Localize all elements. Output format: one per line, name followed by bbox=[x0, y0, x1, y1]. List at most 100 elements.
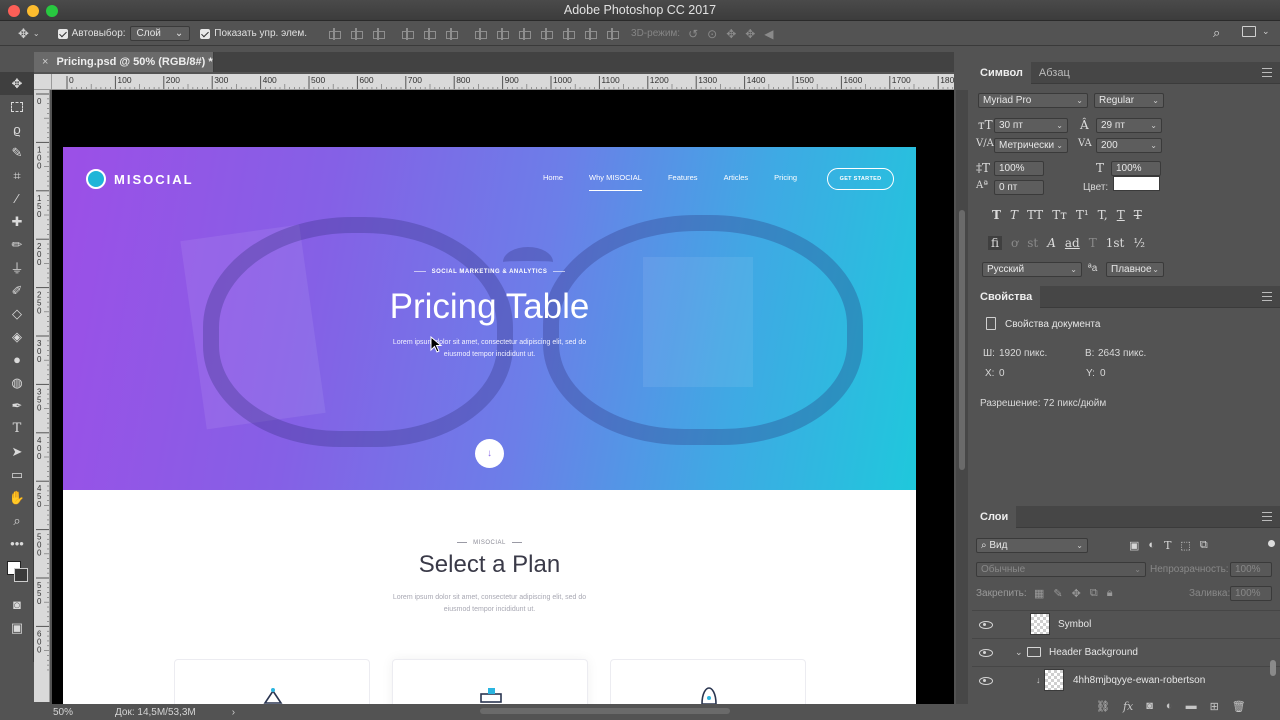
stylistic-alternates-icon[interactable]: ad bbox=[1065, 236, 1080, 250]
autoselect-dropdown[interactable]: Слой ⌄ bbox=[129, 26, 191, 41]
more-tools-icon[interactable]: ••• bbox=[0, 532, 34, 555]
align-top-icon[interactable] bbox=[328, 27, 342, 40]
brush-tool-icon[interactable]: ✏ bbox=[0, 233, 34, 256]
align-right-icon[interactable] bbox=[445, 27, 459, 40]
align-hcenter-icon[interactable] bbox=[423, 27, 437, 40]
close-window-button[interactable] bbox=[8, 5, 20, 17]
x-value[interactable]: 0 bbox=[999, 368, 1005, 379]
type-tool-icon[interactable]: T bbox=[0, 417, 34, 440]
y-value[interactable]: 0 bbox=[1100, 368, 1106, 379]
strikethrough-icon[interactable]: T bbox=[1134, 208, 1142, 222]
tab-character[interactable]: Символ bbox=[972, 61, 1031, 84]
lock-image-icon[interactable]: ✎ bbox=[1053, 587, 1062, 600]
healing-brush-tool-icon[interactable]: ✚ bbox=[0, 210, 34, 233]
distribute-right-icon[interactable] bbox=[584, 27, 598, 40]
canvas[interactable]: MISOCIAL Home Why MISOCIAL Features Arti… bbox=[52, 90, 954, 704]
small-caps-icon[interactable]: Tт bbox=[1052, 208, 1067, 222]
brand-logo[interactable]: MISOCIAL bbox=[86, 169, 194, 189]
autoselect-checkbox[interactable] bbox=[57, 28, 68, 39]
pen-tool-icon[interactable]: ✒ bbox=[0, 394, 34, 417]
search-icon[interactable]: ⌕ bbox=[1213, 25, 1220, 41]
workspace-icon[interactable] bbox=[1242, 26, 1256, 37]
nav-features[interactable]: Features bbox=[668, 173, 698, 191]
distribute-left-icon[interactable] bbox=[540, 27, 554, 40]
tab-layers[interactable]: Слои bbox=[972, 505, 1017, 528]
all-caps-icon[interactable]: TT bbox=[1027, 208, 1043, 222]
swash-icon[interactable]: A bbox=[1047, 236, 1056, 250]
properties-panel-menu-icon[interactable] bbox=[1262, 292, 1272, 301]
nav-home[interactable]: Home bbox=[543, 173, 563, 191]
width-value[interactable]: 1920 пикс. bbox=[999, 348, 1047, 359]
zoom-level[interactable]: 50% bbox=[53, 707, 73, 718]
layer-filter-select[interactable]: ⌕ Вид ⌄ bbox=[976, 538, 1088, 553]
distribute-vcenter-icon[interactable] bbox=[496, 27, 510, 40]
eraser-tool-icon[interactable]: ◇ bbox=[0, 302, 34, 325]
ligatures-icon[interactable]: fi bbox=[988, 236, 1003, 250]
canvas-vertical-scroll-thumb[interactable] bbox=[959, 210, 965, 470]
leading-field[interactable]: 29 пт ⌄ bbox=[1096, 118, 1162, 133]
font-style-select[interactable]: Regular ⌄ bbox=[1094, 93, 1164, 108]
align-bottom-icon[interactable] bbox=[372, 27, 386, 40]
fractions-icon[interactable]: ½ bbox=[1133, 236, 1145, 250]
underline-icon[interactable]: T bbox=[1117, 208, 1125, 222]
lock-all-icon[interactable]: 🔒︎ bbox=[1107, 587, 1113, 600]
layer-row[interactable]: ↓ 4hh8mjbqyye-ewan-robertson bbox=[972, 666, 1280, 693]
text-color-swatch[interactable] bbox=[1113, 176, 1160, 191]
plan-card-premium[interactable] bbox=[610, 659, 806, 704]
faux-italic-icon[interactable]: T bbox=[1010, 208, 1018, 222]
paint-bucket-tool-icon[interactable]: ◈ bbox=[0, 325, 34, 348]
faux-bold-icon[interactable]: T bbox=[992, 208, 1001, 222]
filter-adjustment-icon[interactable]: ◐ bbox=[1148, 539, 1155, 552]
distribute-bottom-icon[interactable] bbox=[518, 27, 532, 40]
get-started-button[interactable]: GET STARTED bbox=[827, 168, 894, 190]
plan-card-standard[interactable] bbox=[392, 659, 588, 704]
screen-mode-icon[interactable]: ▣ bbox=[0, 616, 34, 639]
filter-shape-icon[interactable]: ⬚ bbox=[1180, 539, 1190, 552]
blend-mode-select[interactable]: Обычные ⌄ bbox=[976, 562, 1146, 577]
blur-tool-icon[interactable]: ● bbox=[0, 348, 34, 371]
subscript-icon[interactable]: T, bbox=[1098, 208, 1108, 222]
horizontal-scale-field[interactable]: 100% bbox=[1111, 161, 1161, 176]
layers-panel-menu-icon[interactable] bbox=[1262, 512, 1272, 521]
lasso-tool-icon[interactable]: ϱ bbox=[0, 118, 34, 141]
vertical-scale-field[interactable]: 100% bbox=[994, 161, 1044, 176]
chevron-down-icon[interactable]: ⌄ bbox=[1015, 647, 1023, 658]
new-layer-icon[interactable]: ⊞ bbox=[1210, 700, 1219, 713]
align-left-icon[interactable] bbox=[401, 27, 415, 40]
ruler-corner[interactable] bbox=[34, 74, 52, 90]
align-vcenter-icon[interactable] bbox=[350, 27, 364, 40]
filter-toggle-icon[interactable] bbox=[1268, 540, 1275, 547]
opacity-field[interactable]: 100% bbox=[1230, 562, 1272, 577]
3d-tools-icons[interactable]: ↺⊙✥✥◀ bbox=[688, 27, 782, 41]
quick-select-tool-icon[interactable]: ✎ bbox=[0, 141, 34, 164]
horizontal-ruler[interactable]: 0 100 200 300 400 500 600 700 800 900 1000 1100 1200… bbox=[52, 74, 954, 90]
nav-why-misocial[interactable]: Why MISOCIAL bbox=[589, 173, 642, 191]
marquee-tool-icon[interactable] bbox=[0, 95, 34, 118]
minimize-window-button[interactable] bbox=[27, 5, 39, 17]
layers-scroll-thumb[interactable] bbox=[1270, 660, 1276, 676]
layer-style-icon[interactable]: fx bbox=[1123, 700, 1133, 713]
layer-group-row[interactable]: ⌄ Header Background bbox=[972, 638, 1280, 665]
eye-icon[interactable] bbox=[979, 649, 993, 657]
move-tool-icon[interactable]: ✥ bbox=[0, 72, 34, 95]
delete-layer-icon[interactable]: 🗑︎ bbox=[1232, 700, 1246, 713]
lock-artboard-icon[interactable]: ⧉ bbox=[1090, 587, 1098, 600]
tab-properties[interactable]: Свойства bbox=[972, 285, 1041, 308]
filter-pixel-icon[interactable]: ▣ bbox=[1129, 539, 1139, 552]
nav-pricing[interactable]: Pricing bbox=[774, 173, 797, 191]
layer-mask-icon[interactable]: ◙ bbox=[1146, 700, 1153, 713]
distribute-top-icon[interactable] bbox=[474, 27, 488, 40]
eye-icon[interactable] bbox=[979, 677, 993, 685]
baseline-shift-field[interactable]: 0 пт bbox=[994, 180, 1044, 195]
hand-tool-icon[interactable]: ✋ bbox=[0, 486, 34, 509]
rectangle-tool-icon[interactable]: ▭ bbox=[0, 463, 34, 486]
clone-stamp-tool-icon[interactable]: ⏚ bbox=[0, 256, 34, 279]
lock-transparent-icon[interactable]: ▦ bbox=[1034, 587, 1044, 600]
tool-preset-chevron-icon[interactable]: ⌄ bbox=[33, 29, 40, 38]
zoom-tool-icon[interactable]: ⌕ bbox=[0, 509, 34, 532]
character-panel-menu-icon[interactable] bbox=[1262, 68, 1272, 77]
status-expand-icon[interactable]: › bbox=[232, 707, 235, 718]
filter-type-icon[interactable]: T bbox=[1164, 539, 1171, 552]
titling-alternates-icon[interactable]: T bbox=[1089, 236, 1097, 250]
discretionary-ligatures-icon[interactable]: st bbox=[1027, 236, 1038, 250]
